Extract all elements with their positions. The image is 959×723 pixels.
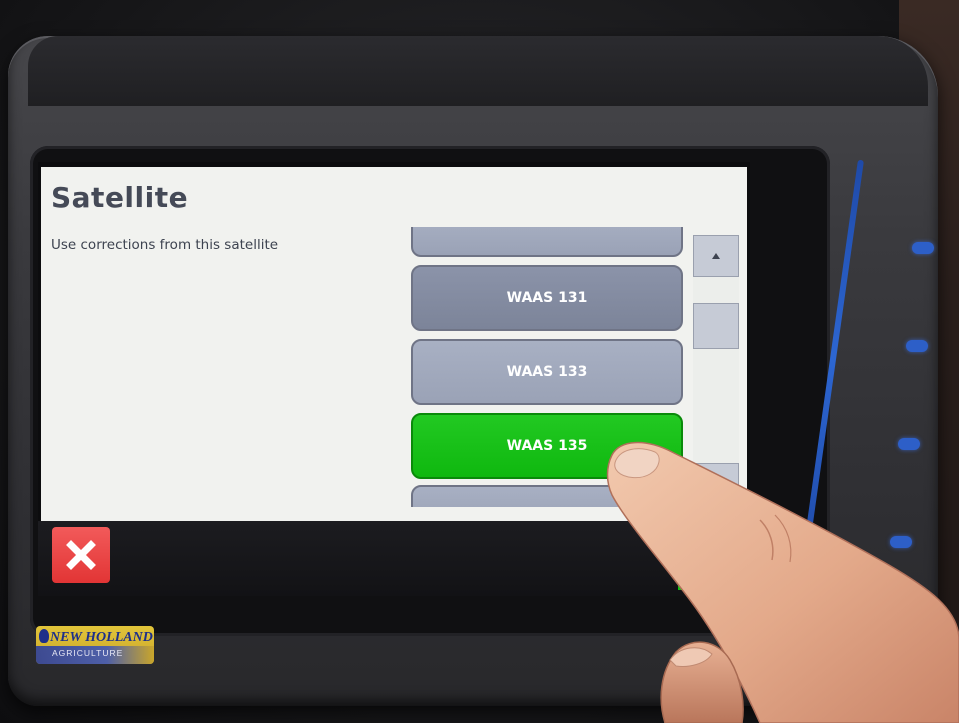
photo-scene: Satellite Use corrections from this sate… [0,0,959,723]
scrollbar-thumb[interactable] [693,303,739,349]
touch-screen: Satellite Use corrections from this sate… [38,162,750,596]
terminal-top-edge [28,36,928,106]
model-number: 750 [728,654,760,672]
satellite-settings-panel: Satellite Use corrections from this sate… [41,167,747,521]
list-item-label: WAAS 135 [506,438,588,454]
list-item-partial-bottom[interactable] [411,485,683,507]
brand-subtitle: AGRICULTURE [52,648,124,658]
scroll-up-icon [712,253,720,259]
brand-leaf-icon [39,629,49,643]
side-button[interactable] [890,536,912,548]
satellite-list: WAAS 131 WAAS 133 WAAS 135 [411,227,687,507]
cancel-button[interactable] [52,527,110,583]
list-item-label: WAAS 133 [506,364,588,380]
brand-logo: NEW HOLLAND AGRICULTURE [36,626,154,664]
list-item-waas-131[interactable]: WAAS 131 [411,265,683,331]
list-scrollbar[interactable] [693,235,739,505]
side-button[interactable] [898,438,920,450]
side-button[interactable] [912,242,934,254]
list-item-label: WAAS 131 [506,290,588,306]
scroll-down-button[interactable] [693,463,739,505]
list-item-partial-top[interactable] [411,227,683,257]
footer-bar [38,521,750,596]
side-button[interactable] [906,340,928,352]
scroll-up-button[interactable] [693,235,739,277]
list-item-waas-133[interactable]: WAAS 133 [411,339,683,405]
close-icon [66,540,96,570]
confirm-button[interactable] [678,554,738,590]
list-item-waas-135[interactable]: WAAS 135 [411,413,683,479]
page-title: Satellite [51,181,189,214]
page-description: Use corrections from this satellite [51,237,279,253]
brand-name: NEW HOLLAND [50,630,153,645]
